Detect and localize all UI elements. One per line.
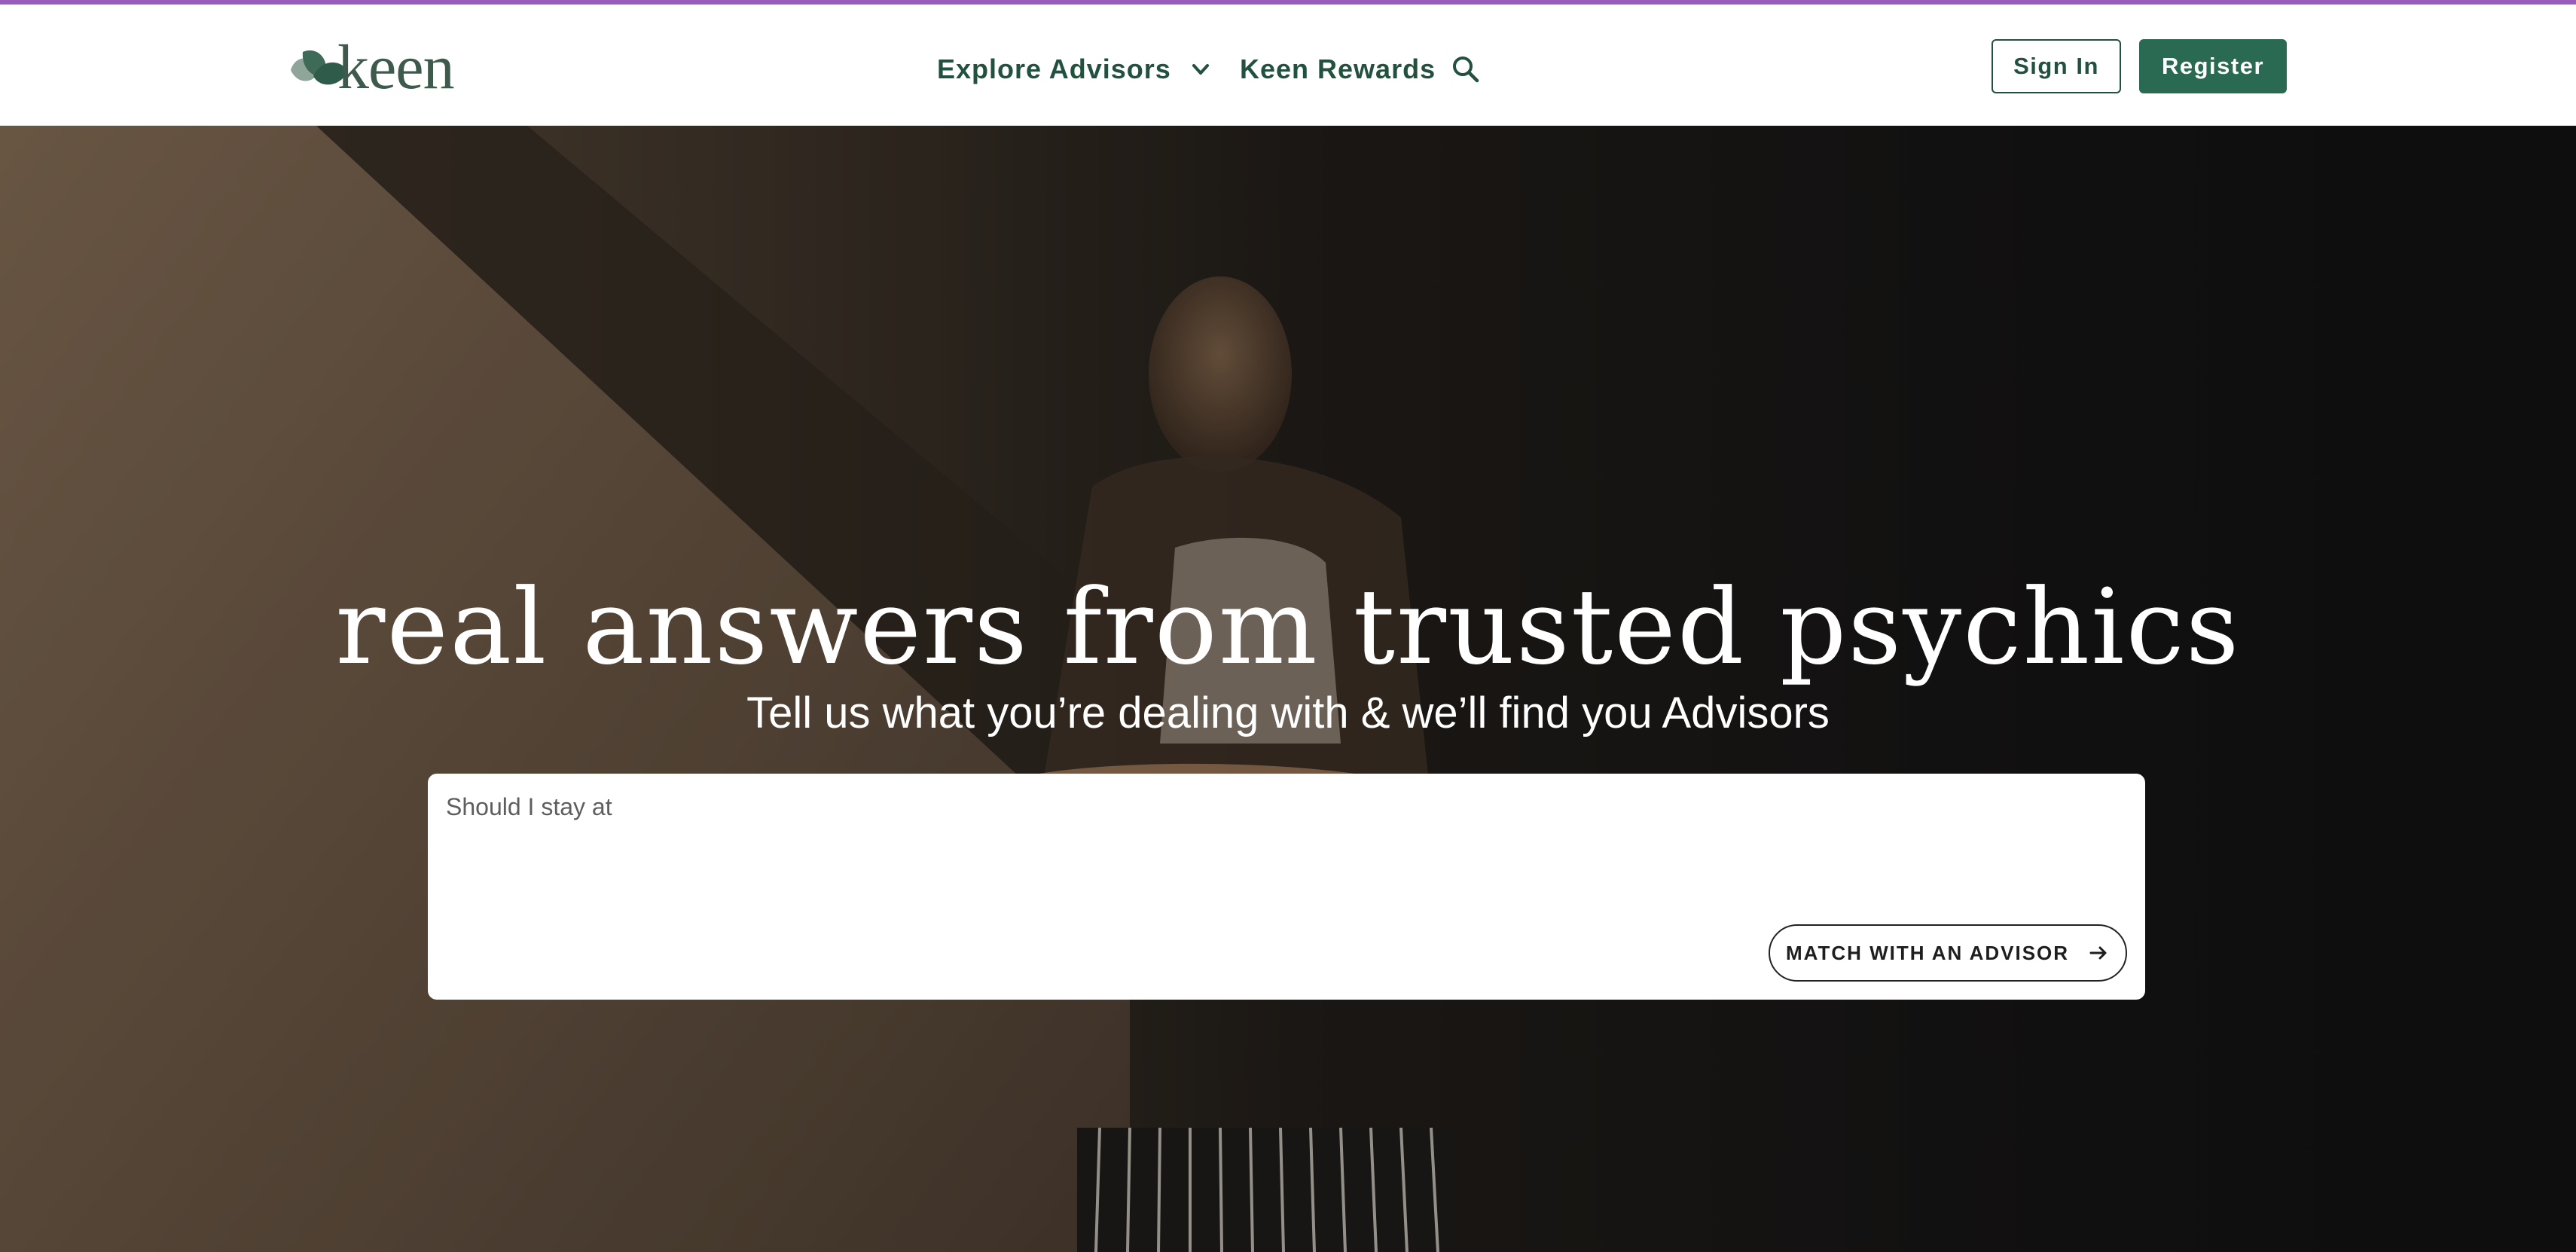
logo-wordmark: keen <box>337 32 455 102</box>
question-input[interactable]: Should I stay at MATCH WITH AN ADVISOR <box>428 774 2145 1000</box>
hero-subtitle: Tell us what you’re dealing with & we’ll… <box>746 689 1830 737</box>
sign-in-button[interactable]: Sign In <box>1992 39 2121 93</box>
question-input-value[interactable]: Should I stay at <box>446 793 612 821</box>
hero-section: real answers from trusted psychics Tell … <box>0 126 2576 1252</box>
arrow-right-icon <box>2089 946 2107 960</box>
search-icon <box>1453 56 1479 83</box>
chevron-down-icon <box>1192 64 1209 75</box>
nav-explore-advisors[interactable]: Explore Advisors <box>937 41 1212 98</box>
nav-rewards-label: Keen Rewards <box>1240 53 1436 84</box>
register-button[interactable]: Register <box>2139 39 2287 93</box>
nav-explore-label: Explore Advisors <box>937 53 1171 84</box>
hero-title: real answers from trusted psychics <box>335 566 2241 688</box>
match-advisor-label: MATCH WITH AN ADVISOR <box>1785 941 2070 964</box>
site-header: keen Explore Advisors Keen Rewards Sign … <box>0 5 2576 126</box>
match-advisor-button[interactable]: MATCH WITH AN ADVISOR <box>1769 924 2127 982</box>
search-button[interactable] <box>1451 41 1481 98</box>
nav-keen-rewards[interactable]: Keen Rewards <box>1240 41 1436 98</box>
keen-logo[interactable]: keen <box>286 32 455 102</box>
